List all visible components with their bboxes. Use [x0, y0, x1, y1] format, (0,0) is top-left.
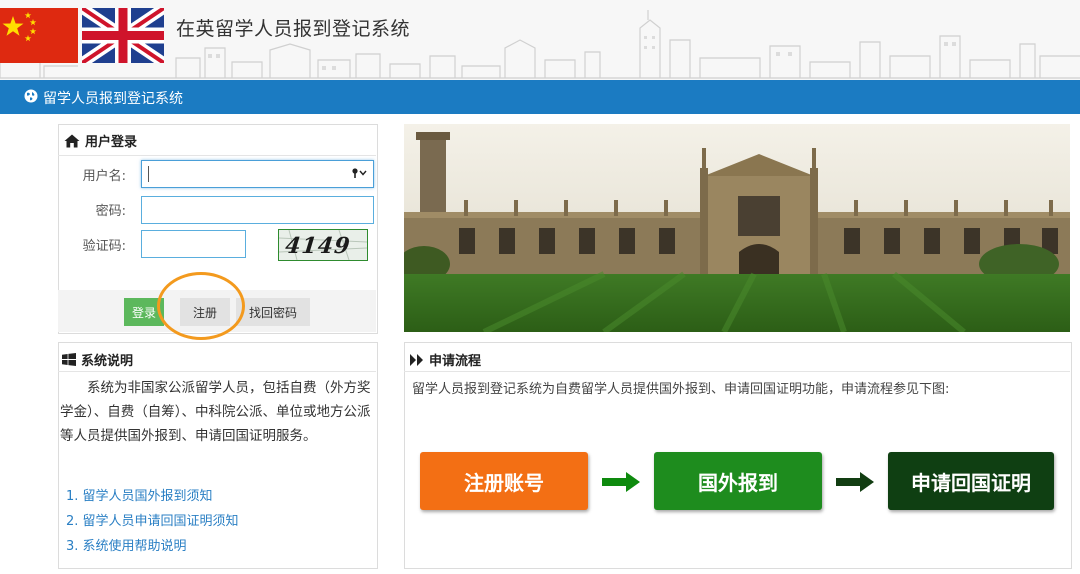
- process-title-text: 申请流程: [429, 354, 482, 369]
- login-title-divider: [58, 155, 376, 156]
- step-apply-return-certificate: 申请回国证明: [888, 452, 1054, 510]
- process-title: 申请流程: [410, 350, 481, 369]
- captcha-code: 4149: [284, 233, 352, 259]
- arrow-right-icon: [602, 472, 640, 492]
- register-button[interactable]: 注册: [180, 298, 230, 326]
- step-register-account: 注册账号: [420, 452, 588, 510]
- process-description: 留学人员报到登记系统为自费留学人员提供国外报到、申请回国证明功能，申请流程参见下…: [412, 382, 950, 397]
- password-label: 密码:: [95, 204, 126, 219]
- campus-photo: [404, 124, 1070, 332]
- captcha-image[interactable]: 4149: [278, 229, 368, 261]
- globe-icon: [24, 89, 38, 103]
- site-header: 在英留学人员报到登记系统: [0, 0, 1080, 81]
- username-input[interactable]: [141, 160, 374, 188]
- forgot-password-button[interactable]: 找回密码: [236, 298, 310, 326]
- username-field-wrapper: [141, 160, 374, 188]
- list-item: 1. 留学人员国外报到须知: [66, 484, 239, 509]
- list-item: 3. 系统使用帮助说明: [66, 534, 239, 559]
- double-chevron-right-icon: [410, 353, 423, 366]
- windows-icon: [62, 353, 76, 366]
- help-links-list: 1. 留学人员国外报到须知 2. 留学人员申请回国证明须知 3. 系统使用帮助说…: [66, 484, 239, 559]
- text-cursor: [148, 166, 149, 182]
- china-flag-icon: [0, 8, 78, 63]
- system-info-title-text: 系统说明: [81, 354, 134, 369]
- system-description: 系统为非国家公派留学人员，包括自费（外方奖学金）、自费（自筹）、中科院公派、单位…: [60, 380, 371, 444]
- reporting-notice-link[interactable]: 1. 留学人员国外报到须知: [66, 489, 213, 504]
- top-navbar: 留学人员报到登记系统: [0, 80, 1080, 114]
- process-title-divider: [404, 371, 1070, 372]
- login-panel-title: 用户登录: [64, 131, 137, 150]
- password-input[interactable]: [141, 196, 374, 224]
- nav-title[interactable]: 留学人员报到登记系统: [43, 88, 183, 108]
- captcha-input[interactable]: [141, 230, 246, 258]
- home-icon: [64, 134, 80, 147]
- help-guide-link[interactable]: 3. 系统使用帮助说明: [66, 539, 187, 554]
- arrow-right-icon: [836, 472, 874, 492]
- return-certificate-notice-link[interactable]: 2. 留学人员申请回国证明须知: [66, 514, 239, 529]
- username-label: 用户名:: [82, 169, 126, 184]
- key-icon[interactable]: [350, 167, 368, 182]
- site-title: 在英留学人员报到登记系统: [176, 18, 411, 40]
- system-info-title: 系统说明: [62, 350, 133, 369]
- login-title-text: 用户登录: [85, 135, 138, 150]
- step-overseas-report: 国外报到: [654, 452, 822, 510]
- info-title-divider: [58, 371, 376, 372]
- captcha-label: 验证码:: [82, 239, 126, 254]
- list-item: 2. 留学人员申请回国证明须知: [66, 509, 239, 534]
- uk-flag-icon: [78, 3, 168, 68]
- login-button[interactable]: 登录: [124, 298, 164, 326]
